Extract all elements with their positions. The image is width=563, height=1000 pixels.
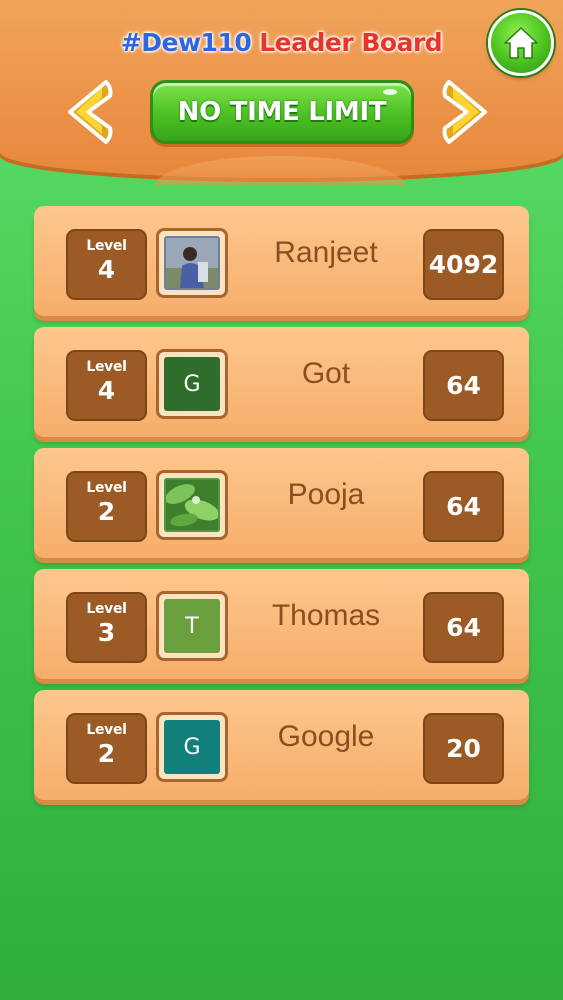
level-badge: Level 3 [66, 592, 147, 663]
level-value: 2 [97, 497, 116, 526]
player-score: 64 [423, 471, 504, 542]
player-score: 64 [423, 592, 504, 663]
level-badge: Level 2 [66, 713, 147, 784]
player-name: Got [301, 357, 351, 390]
player-name: Pooja [287, 478, 365, 511]
avatar [156, 228, 228, 298]
player-name: Google [277, 720, 375, 753]
mode-label: NO TIME LIMIT [177, 97, 387, 127]
player-score: 4092 [423, 229, 504, 300]
level-badge: Level 2 [66, 471, 147, 542]
title-board: Leader Board [259, 28, 443, 57]
avatar-image: G [164, 357, 220, 411]
player-name: Ranjeet [274, 236, 378, 269]
player-name: Thomas [271, 599, 381, 632]
level-label: Level [86, 722, 127, 738]
leaderboard-row[interactable]: Level 2 Pooja 64 [34, 448, 529, 558]
avatar-photo-person [164, 236, 220, 290]
avatar-image: G [164, 720, 220, 774]
level-label: Level [86, 238, 127, 254]
chevron-left-icon [68, 80, 113, 144]
prev-mode-button[interactable] [62, 76, 114, 148]
button-shine [383, 89, 397, 95]
leaderboard-row[interactable]: Level 3 T Thomas 64 [34, 569, 529, 679]
level-value: 3 [97, 618, 116, 647]
player-score: 64 [423, 350, 504, 421]
avatar: T [156, 591, 228, 661]
level-label: Level [86, 480, 127, 496]
next-mode-button[interactable] [441, 76, 493, 148]
home-button[interactable] [488, 10, 554, 76]
level-value: 4 [97, 255, 116, 284]
avatar-photo-leaves [164, 478, 220, 532]
player-score: 20 [423, 713, 504, 784]
avatar: G [156, 712, 228, 782]
level-badge: Level 4 [66, 350, 147, 421]
avatar-image: T [164, 599, 220, 653]
leaderboard-list: Level 4 Ranjeet 4092 Level 4 G Got 64 Le… [34, 206, 529, 811]
title-handle: #Dew110 [120, 28, 252, 57]
chevron-right-icon [442, 80, 487, 144]
leaderboard-row[interactable]: Level 2 G Google 20 [34, 690, 529, 800]
level-value: 4 [97, 376, 116, 405]
mode-button[interactable]: NO TIME LIMIT [150, 80, 414, 144]
home-icon [504, 27, 538, 59]
leaderboard-row[interactable]: Level 4 Ranjeet 4092 [34, 206, 529, 316]
avatar [156, 470, 228, 540]
level-badge: Level 4 [66, 229, 147, 300]
level-label: Level [86, 601, 127, 617]
leaderboard-row[interactable]: Level 4 G Got 64 [34, 327, 529, 437]
page-title: #Dew110 Leader Board [0, 28, 563, 57]
level-value: 2 [97, 739, 116, 768]
avatar: G [156, 349, 228, 419]
level-label: Level [86, 359, 127, 375]
